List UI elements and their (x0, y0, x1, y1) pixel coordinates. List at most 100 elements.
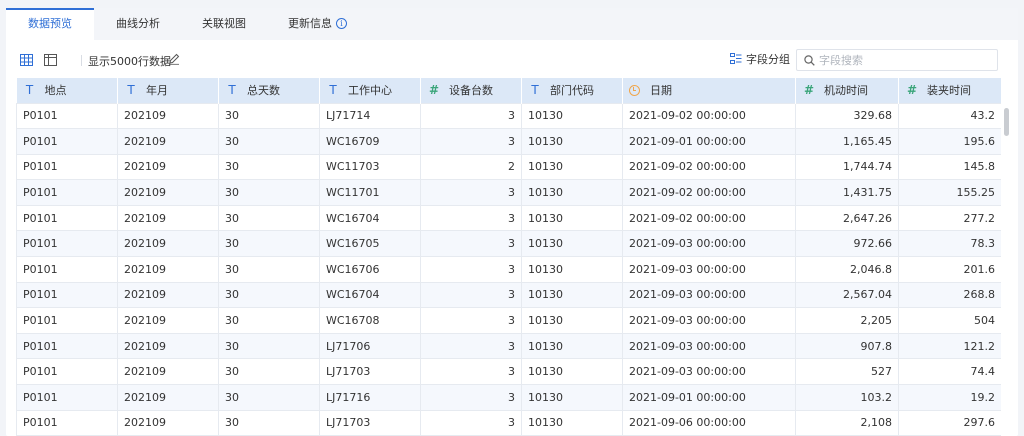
table-cell[interactable]: 10130 (521, 358, 623, 386)
table-cell[interactable]: WC16704 (319, 281, 421, 309)
table-cell[interactable]: 268.8 (898, 281, 1001, 309)
table-cell[interactable]: P0101 (16, 307, 118, 334)
table-cell[interactable]: 2021-09-06 00:00:00 (622, 409, 796, 436)
table-row[interactable]: P0101 202109 30 WC16704 3 10130 2021-09-03 00:… (16, 281, 1001, 309)
table-cell[interactable]: 30 (218, 332, 320, 360)
table-cell[interactable]: 10130 (521, 102, 623, 130)
table-cell[interactable]: 10130 (521, 256, 623, 283)
table-row[interactable]: P0101 202109 30 LJ71703 3 10130 2021-09-06 00:… (16, 409, 1001, 436)
table-cell[interactable]: P0101 (16, 256, 118, 283)
table-cell[interactable]: WC16705 (319, 230, 421, 258)
table-cell[interactable]: 10130 (521, 409, 623, 436)
table-cell[interactable]: 3 (420, 128, 522, 155)
table-row[interactable]: P0101 202109 30 LJ71716 3 10130 2021-09-01 00:… (16, 384, 1001, 411)
table-cell[interactable]: 30 (218, 281, 320, 309)
table-cell[interactable]: 30 (218, 358, 320, 386)
table-row[interactable]: P0101 202109 30 WC16706 3 10130 2021-09-03 00:… (16, 256, 1001, 283)
table-cell[interactable]: P0101 (16, 358, 118, 386)
table-cell[interactable]: 30 (218, 384, 320, 411)
table-cell[interactable]: 30 (218, 409, 320, 436)
table-cell[interactable]: P0101 (16, 332, 118, 360)
table-cell[interactable]: 907.8 (795, 332, 899, 360)
table-cell[interactable]: 2021-09-03 00:00:00 (622, 256, 796, 283)
column-header-clamping-time[interactable]: # 装夹时间 (898, 78, 1001, 103)
table-cell[interactable]: 155.25 (898, 179, 1001, 206)
table-cell[interactable]: 202109 (117, 409, 219, 436)
table-cell[interactable]: 10130 (521, 153, 623, 181)
table-cell[interactable]: P0101 (16, 204, 118, 232)
table-cell[interactable]: 202109 (117, 230, 219, 258)
column-header-location[interactable]: T 地点 (16, 78, 118, 103)
table-cell[interactable]: P0101 (16, 102, 118, 130)
table-cell[interactable]: 201.6 (898, 256, 1001, 283)
table-cell[interactable]: P0101 (16, 128, 118, 155)
table-cell[interactable]: 3 (420, 281, 522, 309)
column-header-total-days[interactable]: T 总天数 (218, 78, 320, 103)
column-header-device-count[interactable]: # 设备台数 (420, 78, 522, 103)
table-cell[interactable]: 2021-09-03 00:00:00 (622, 230, 796, 258)
table-cell[interactable]: 2,046.8 (795, 256, 899, 283)
table-cell[interactable]: 1,165.45 (795, 128, 899, 155)
info-icon[interactable]: i (336, 18, 347, 29)
table-cell[interactable]: 78.3 (898, 230, 1001, 258)
table-cell[interactable]: WC16704 (319, 204, 421, 232)
field-search-box[interactable] (796, 49, 998, 71)
table-cell[interactable]: 2021-09-02 00:00:00 (622, 102, 796, 130)
table-cell[interactable]: 3 (420, 358, 522, 386)
table-cell[interactable]: LJ71706 (319, 332, 421, 360)
table-cell[interactable]: P0101 (16, 179, 118, 206)
table-row[interactable]: P0101 202109 30 WC16708 3 10130 2021-09-03 00:… (16, 307, 1001, 334)
table-cell[interactable]: 202109 (117, 102, 219, 130)
table-row[interactable]: P0101 202109 30 WC16705 3 10130 2021-09-03 00:… (16, 230, 1001, 258)
table-cell[interactable]: 3 (420, 307, 522, 334)
table-cell[interactable]: 10130 (521, 307, 623, 334)
table-cell[interactable]: 1,744.74 (795, 153, 899, 181)
table-row[interactable]: P0101 202109 30 LJ71714 3 10130 2021-09-02 00:… (16, 102, 1001, 130)
table-cell[interactable]: 2021-09-03 00:00:00 (622, 358, 796, 386)
table-cell[interactable]: 2,567.04 (795, 281, 899, 309)
table-cell[interactable]: 2,647.26 (795, 204, 899, 232)
table-cell[interactable]: 202109 (117, 204, 219, 232)
table-cell[interactable]: 2,108 (795, 409, 899, 436)
table-row[interactable]: P0101 202109 30 WC16709 3 10130 2021-09-01 00:… (16, 128, 1001, 155)
table-cell[interactable]: 3 (420, 102, 522, 130)
table-cell[interactable]: 3 (420, 332, 522, 360)
table-cell[interactable]: 3 (420, 409, 522, 436)
column-header-year-month[interactable]: T 年月 (117, 78, 219, 103)
table-cell[interactable]: 202109 (117, 358, 219, 386)
table-cell[interactable]: 3 (420, 384, 522, 411)
table-cell[interactable]: 202109 (117, 179, 219, 206)
edit-icon[interactable] (168, 53, 180, 65)
table-cell[interactable]: P0101 (16, 409, 118, 436)
table-cell[interactable]: 10130 (521, 179, 623, 206)
table-cell[interactable]: 19.2 (898, 384, 1001, 411)
table-cell[interactable]: 202109 (117, 256, 219, 283)
table-cell[interactable]: 121.2 (898, 332, 1001, 360)
table-cell[interactable]: 277.2 (898, 204, 1001, 232)
tab-update-info[interactable]: 更新信息 i (288, 8, 347, 40)
table-cell[interactable]: LJ71714 (319, 102, 421, 130)
table-cell[interactable]: 10130 (521, 230, 623, 258)
table-cell[interactable]: 527 (795, 358, 899, 386)
table-cell[interactable]: 1,431.75 (795, 179, 899, 206)
table-cell[interactable]: 10130 (521, 332, 623, 360)
table-cell[interactable]: P0101 (16, 384, 118, 411)
table-cell[interactable]: 2,205 (795, 307, 899, 334)
column-header-department-code[interactable]: T 部门代码 (521, 78, 623, 103)
table-row[interactable]: P0101 202109 30 WC16704 3 10130 2021-09-02 00:… (16, 204, 1001, 232)
table-cell[interactable]: 10130 (521, 128, 623, 155)
grid-view-icon[interactable] (20, 54, 33, 66)
table-cell[interactable]: 504 (898, 307, 1001, 334)
table-cell[interactable]: 202109 (117, 128, 219, 155)
table-cell[interactable]: WC16708 (319, 307, 421, 334)
table-cell[interactable]: 30 (218, 128, 320, 155)
panel-view-icon[interactable] (44, 54, 57, 66)
table-cell[interactable]: 74.4 (898, 358, 1001, 386)
table-cell[interactable]: 30 (218, 102, 320, 130)
table-cell[interactable]: P0101 (16, 230, 118, 258)
table-cell[interactable]: 3 (420, 256, 522, 283)
table-cell[interactable]: 3 (420, 179, 522, 206)
table-cell[interactable]: 43.2 (898, 102, 1001, 130)
table-cell[interactable]: 10130 (521, 384, 623, 411)
table-cell[interactable]: 2021-09-01 00:00:00 (622, 384, 796, 411)
